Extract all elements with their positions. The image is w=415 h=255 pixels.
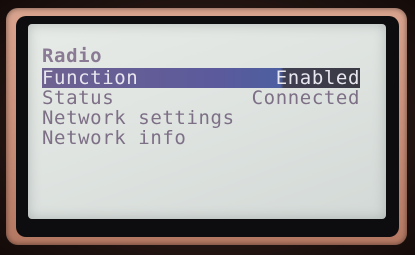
lcd-screen: Radio Function Enabled Status Connected … [28, 24, 386, 219]
connection-status-value: Connected [251, 87, 360, 109]
device-body: Radio Function Enabled Status Connected … [0, 0, 415, 255]
menu-item-label: Status [42, 87, 115, 109]
menu-item-network-info[interactable]: Network info [42, 128, 186, 148]
menu-title: Radio [42, 45, 103, 67]
menu-item-label: Function [42, 67, 139, 89]
function-status-value: Enabled [275, 67, 360, 89]
menu-item-status[interactable]: Status Connected [42, 88, 360, 108]
menu-item-network-settings[interactable]: Network settings [42, 108, 235, 128]
menu-item-function[interactable]: Function Enabled [42, 68, 360, 88]
